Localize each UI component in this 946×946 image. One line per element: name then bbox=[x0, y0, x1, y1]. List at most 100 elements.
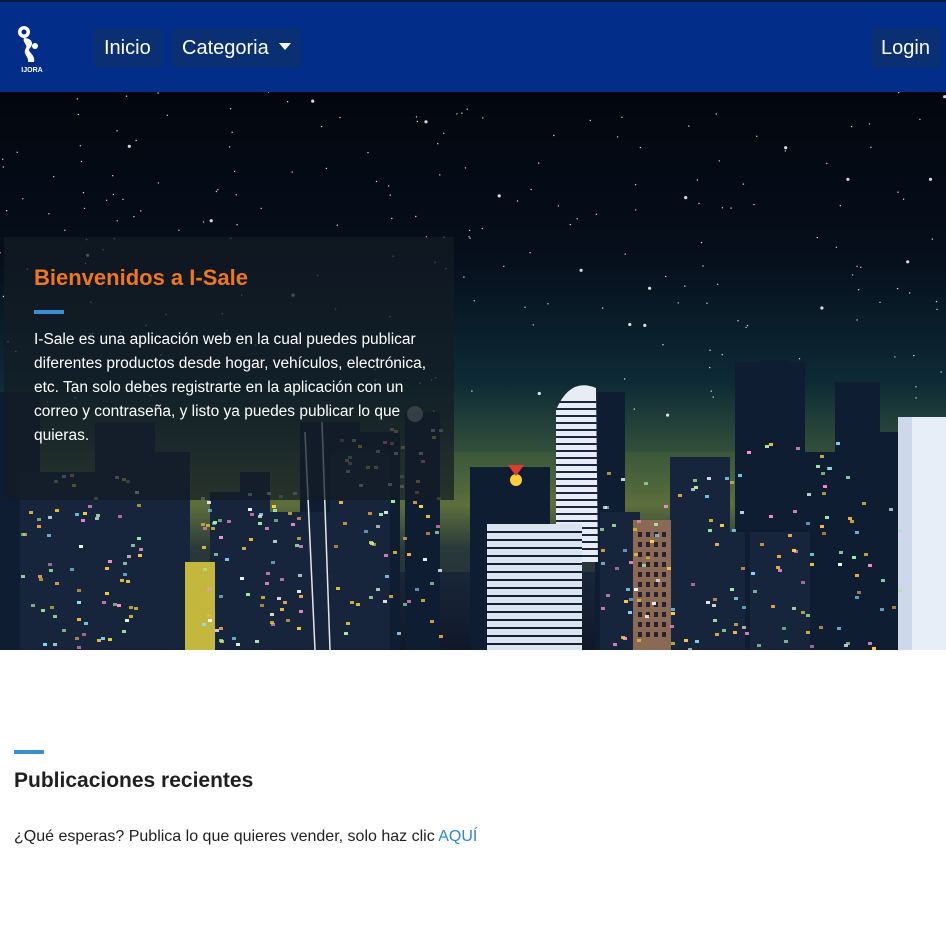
login-button[interactable]: Login bbox=[871, 28, 940, 68]
lit-window bbox=[820, 525, 824, 528]
star bbox=[116, 220, 118, 222]
star bbox=[112, 175, 114, 177]
star bbox=[466, 108, 468, 110]
building-window bbox=[646, 532, 650, 537]
lit-window bbox=[862, 502, 866, 505]
welcome-description: I-Sale es una aplicación web en la cual … bbox=[34, 331, 427, 444]
lit-window bbox=[435, 531, 439, 534]
star bbox=[76, 98, 79, 100]
lit-window bbox=[810, 645, 814, 648]
star bbox=[461, 112, 463, 114]
nav-categoria-dropdown[interactable]: Categoria bbox=[172, 28, 300, 68]
lit-window bbox=[415, 588, 419, 591]
star bbox=[48, 213, 50, 215]
lit-window bbox=[120, 579, 124, 582]
star bbox=[928, 177, 933, 181]
building-window bbox=[646, 632, 650, 637]
star bbox=[415, 116, 418, 118]
star bbox=[906, 260, 910, 264]
lit-window bbox=[75, 513, 79, 516]
star bbox=[236, 224, 238, 226]
lit-window bbox=[83, 512, 87, 515]
star bbox=[125, 95, 128, 97]
login-label: Login bbox=[881, 37, 930, 59]
star bbox=[898, 92, 900, 94]
lit-window bbox=[839, 551, 843, 554]
lit-window bbox=[201, 523, 205, 526]
lit-window bbox=[207, 588, 211, 591]
lit-window bbox=[249, 538, 253, 541]
star bbox=[835, 246, 838, 248]
star bbox=[135, 139, 137, 142]
lit-window bbox=[270, 621, 274, 624]
lit-window bbox=[271, 561, 275, 564]
star bbox=[497, 194, 501, 198]
lit-window bbox=[48, 516, 52, 519]
star bbox=[2, 166, 4, 168]
lit-window bbox=[397, 632, 401, 635]
lit-window bbox=[691, 583, 695, 586]
lit-window bbox=[426, 515, 430, 518]
lit-window bbox=[713, 598, 717, 601]
star bbox=[816, 236, 818, 239]
lit-window bbox=[644, 482, 648, 485]
star bbox=[868, 123, 871, 125]
lit-window bbox=[776, 566, 780, 569]
building-window bbox=[662, 612, 666, 617]
star bbox=[756, 135, 758, 137]
lit-window bbox=[751, 572, 755, 575]
lit-window bbox=[108, 638, 112, 641]
lit-window bbox=[242, 547, 246, 550]
star bbox=[547, 303, 549, 305]
building-window bbox=[638, 562, 642, 567]
lit-window bbox=[29, 511, 33, 514]
lit-window bbox=[79, 545, 83, 548]
lit-window bbox=[218, 519, 222, 522]
lit-window bbox=[82, 633, 86, 636]
star bbox=[482, 117, 484, 119]
lit-window bbox=[266, 572, 270, 575]
lit-window bbox=[385, 575, 389, 578]
lit-window bbox=[139, 548, 143, 551]
lit-window bbox=[297, 517, 301, 520]
lit-window bbox=[656, 579, 660, 582]
star bbox=[709, 366, 711, 369]
robot-logo-icon[interactable]: IJORA bbox=[14, 24, 50, 74]
lit-window bbox=[898, 589, 902, 592]
lit-window bbox=[880, 608, 884, 611]
building-window bbox=[654, 552, 658, 557]
lit-window bbox=[286, 619, 290, 622]
star bbox=[712, 396, 714, 398]
building-window bbox=[646, 602, 650, 607]
navbar: IJORA Inicio Categoria Login bbox=[0, 0, 946, 92]
lit-window bbox=[258, 515, 262, 518]
star bbox=[516, 200, 519, 202]
star bbox=[896, 287, 899, 290]
lit-window bbox=[77, 589, 81, 592]
lit-window bbox=[123, 562, 127, 565]
lit-window bbox=[745, 632, 749, 635]
lit-window bbox=[645, 615, 649, 618]
star bbox=[387, 185, 390, 187]
star bbox=[530, 188, 532, 191]
star bbox=[157, 182, 160, 184]
star bbox=[850, 125, 853, 128]
lit-window bbox=[760, 543, 764, 546]
lit-window bbox=[214, 553, 218, 556]
star bbox=[856, 265, 858, 267]
lit-window bbox=[807, 493, 811, 496]
lit-window bbox=[822, 532, 826, 535]
star bbox=[5, 210, 8, 212]
lit-window bbox=[299, 545, 303, 548]
star bbox=[624, 253, 626, 255]
lit-window bbox=[419, 505, 423, 508]
star bbox=[913, 354, 915, 357]
nav-inicio-button[interactable]: Inicio bbox=[94, 28, 162, 68]
star bbox=[468, 236, 470, 238]
publish-here-link[interactable]: AQUÍ bbox=[438, 828, 477, 845]
lit-window bbox=[684, 639, 688, 642]
lit-window bbox=[384, 554, 388, 557]
lit-window bbox=[350, 601, 354, 604]
star bbox=[624, 378, 626, 380]
lit-window bbox=[426, 532, 430, 535]
